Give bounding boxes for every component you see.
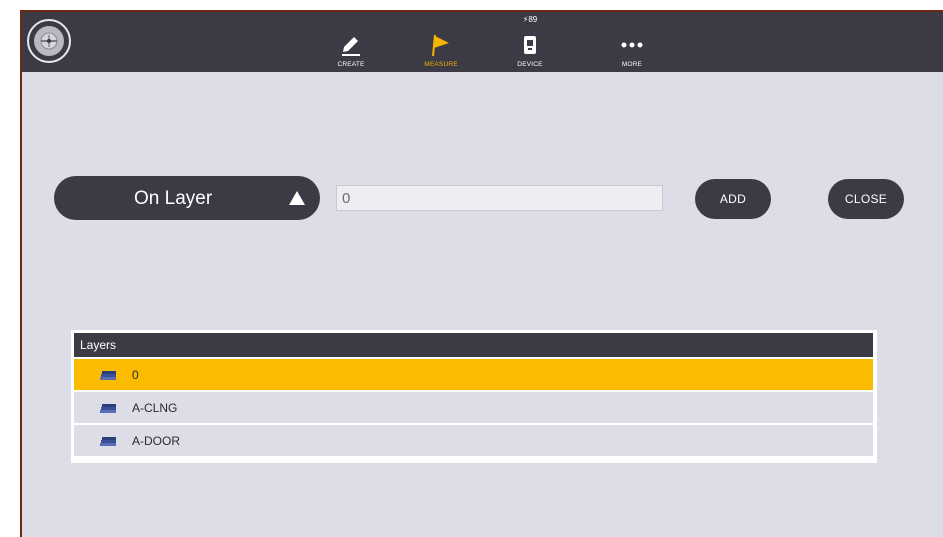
app-window: CREATE MEASURE ⚡89 DEVICE MORE On Layer … [20,10,943,537]
home-logo-button[interactable] [27,19,71,63]
logo-icon [34,26,64,56]
device-icon [518,33,542,57]
pencil-icon [339,33,363,57]
device-badge-value: 89 [528,15,538,24]
layer-row-label: 0 [132,368,139,382]
flag-icon [429,33,453,57]
top-toolbar: CREATE MEASURE ⚡89 DEVICE MORE [22,12,943,72]
layers-header: Layers [74,333,873,357]
layer-stack-icon [100,403,118,417]
layers-table: Layers 0 A-CLNG A-DOOR [71,330,877,463]
tool-device-label: DEVICE [517,61,543,68]
layer-filter-select[interactable]: On Layer [54,176,320,220]
add-button[interactable]: ADD [695,179,771,219]
tool-more-label: MORE [621,61,643,68]
tool-create-label: CREATE [337,61,365,68]
tool-measure[interactable]: MEASURE [411,18,471,68]
close-button[interactable]: CLOSE [828,179,904,219]
layer-filter-label: On Layer [134,188,213,209]
tool-more[interactable]: MORE [602,18,662,68]
tool-measure-label: MEASURE [424,61,458,68]
layer-stack-icon [100,370,118,384]
layer-row-label: A-CLNG [132,401,178,415]
more-dots-icon [620,33,644,57]
window-frame: CREATE MEASURE ⚡89 DEVICE MORE On Layer … [0,0,943,537]
layer-row-a-clng[interactable]: A-CLNG [74,392,873,423]
tool-device[interactable]: ⚡89 DEVICE [500,15,560,68]
layer-row-a-door[interactable]: A-DOOR [74,425,873,456]
layer-row-0[interactable]: 0 [74,359,873,390]
triangle-up-icon [288,190,306,211]
layer-row-label: A-DOOR [132,434,180,448]
device-battery-badge: ⚡89 [522,15,538,24]
layer-name-input[interactable] [336,185,663,211]
layer-stack-icon [100,436,118,450]
tool-create[interactable]: CREATE [321,18,381,68]
